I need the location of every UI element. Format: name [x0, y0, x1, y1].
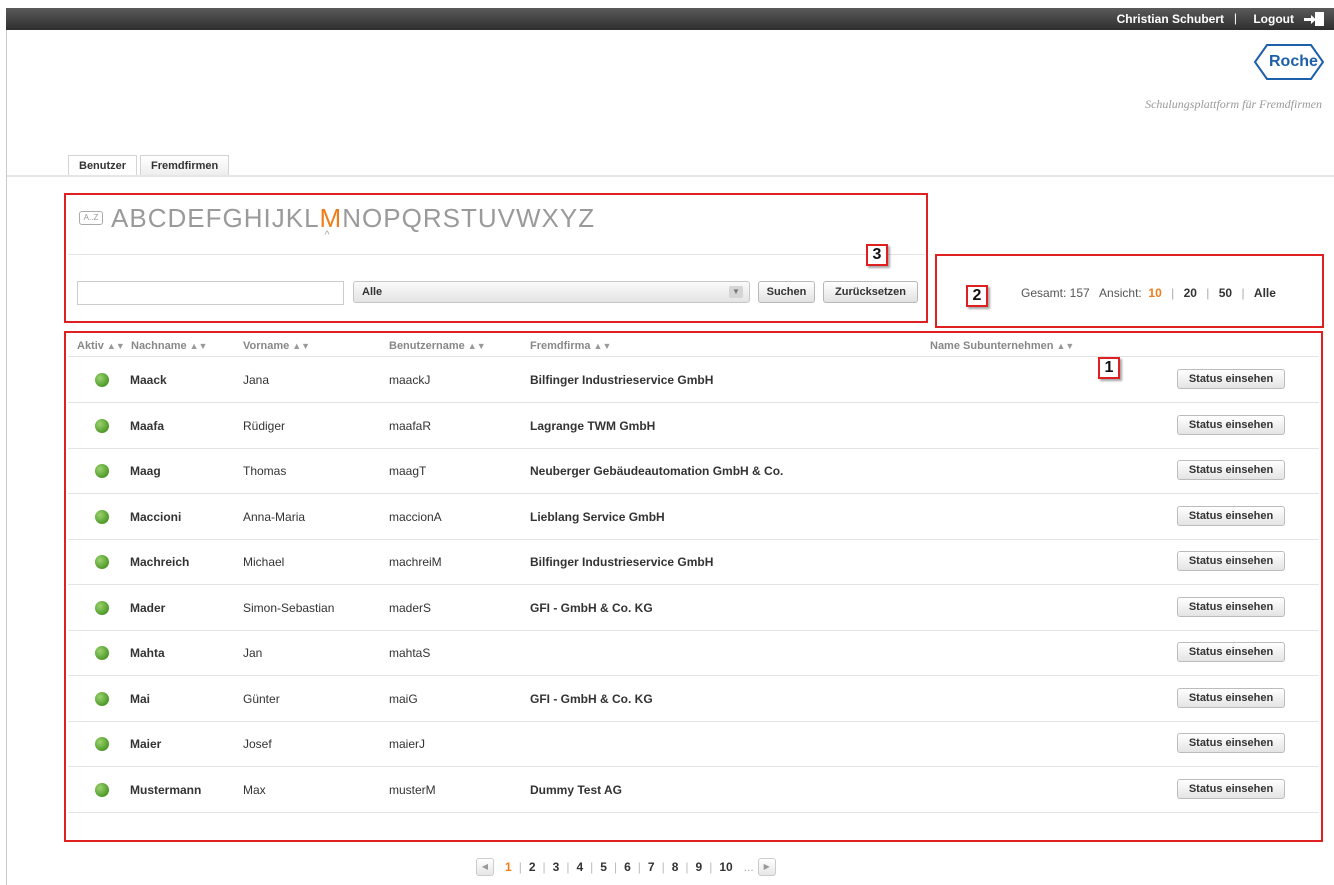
page-link-6[interactable]: 6 — [621, 860, 634, 874]
tab-benutzer[interactable]: Benutzer — [68, 155, 138, 177]
page-link-4[interactable]: 4 — [573, 860, 586, 874]
user-name[interactable]: Christian Schubert — [1117, 12, 1224, 26]
page-link-9[interactable]: 9 — [693, 860, 706, 874]
tagline: Schulungsplattform für Fremdfirmen — [1145, 97, 1322, 111]
logout-icon[interactable] — [1302, 11, 1326, 27]
annotation-label-1: 1 — [1098, 357, 1120, 379]
logo-text: Roche — [1269, 53, 1318, 70]
logout-link[interactable]: Logout — [1253, 12, 1294, 26]
page-link-5[interactable]: 5 — [597, 860, 610, 874]
tab-fremdfirmen[interactable]: Fremdfirmen — [140, 155, 230, 177]
page-link-10[interactable]: 10 — [716, 860, 735, 874]
annotation-label-3: 3 — [866, 244, 888, 266]
annotation-box-3 — [64, 193, 928, 323]
annotation-box-2 — [935, 254, 1324, 328]
page-link-1[interactable]: 1 — [502, 860, 515, 874]
top-bar: Christian Schubert | Logout — [6, 8, 1334, 30]
next-page-icon[interactable]: ▶ — [757, 858, 776, 876]
page-link-2[interactable]: 2 — [526, 860, 539, 874]
pagination: ◀ 1 | 2 | 3 | 4 | 5 | 6 | 7 | 8 | 9 | 10... ▶ — [476, 858, 776, 876]
page-link-7[interactable]: 7 — [645, 860, 658, 874]
tab-bar-line — [7, 175, 1334, 177]
previous-page-icon[interactable]: ◀ — [476, 858, 494, 876]
annotation-box-1 — [64, 331, 1323, 842]
header-separator: | — [1233, 11, 1237, 25]
pagination-ellipsis: ... — [743, 860, 754, 874]
page-link-3[interactable]: 3 — [550, 860, 563, 874]
page-link-8[interactable]: 8 — [669, 860, 682, 874]
annotation-label-2: 2 — [966, 285, 988, 307]
